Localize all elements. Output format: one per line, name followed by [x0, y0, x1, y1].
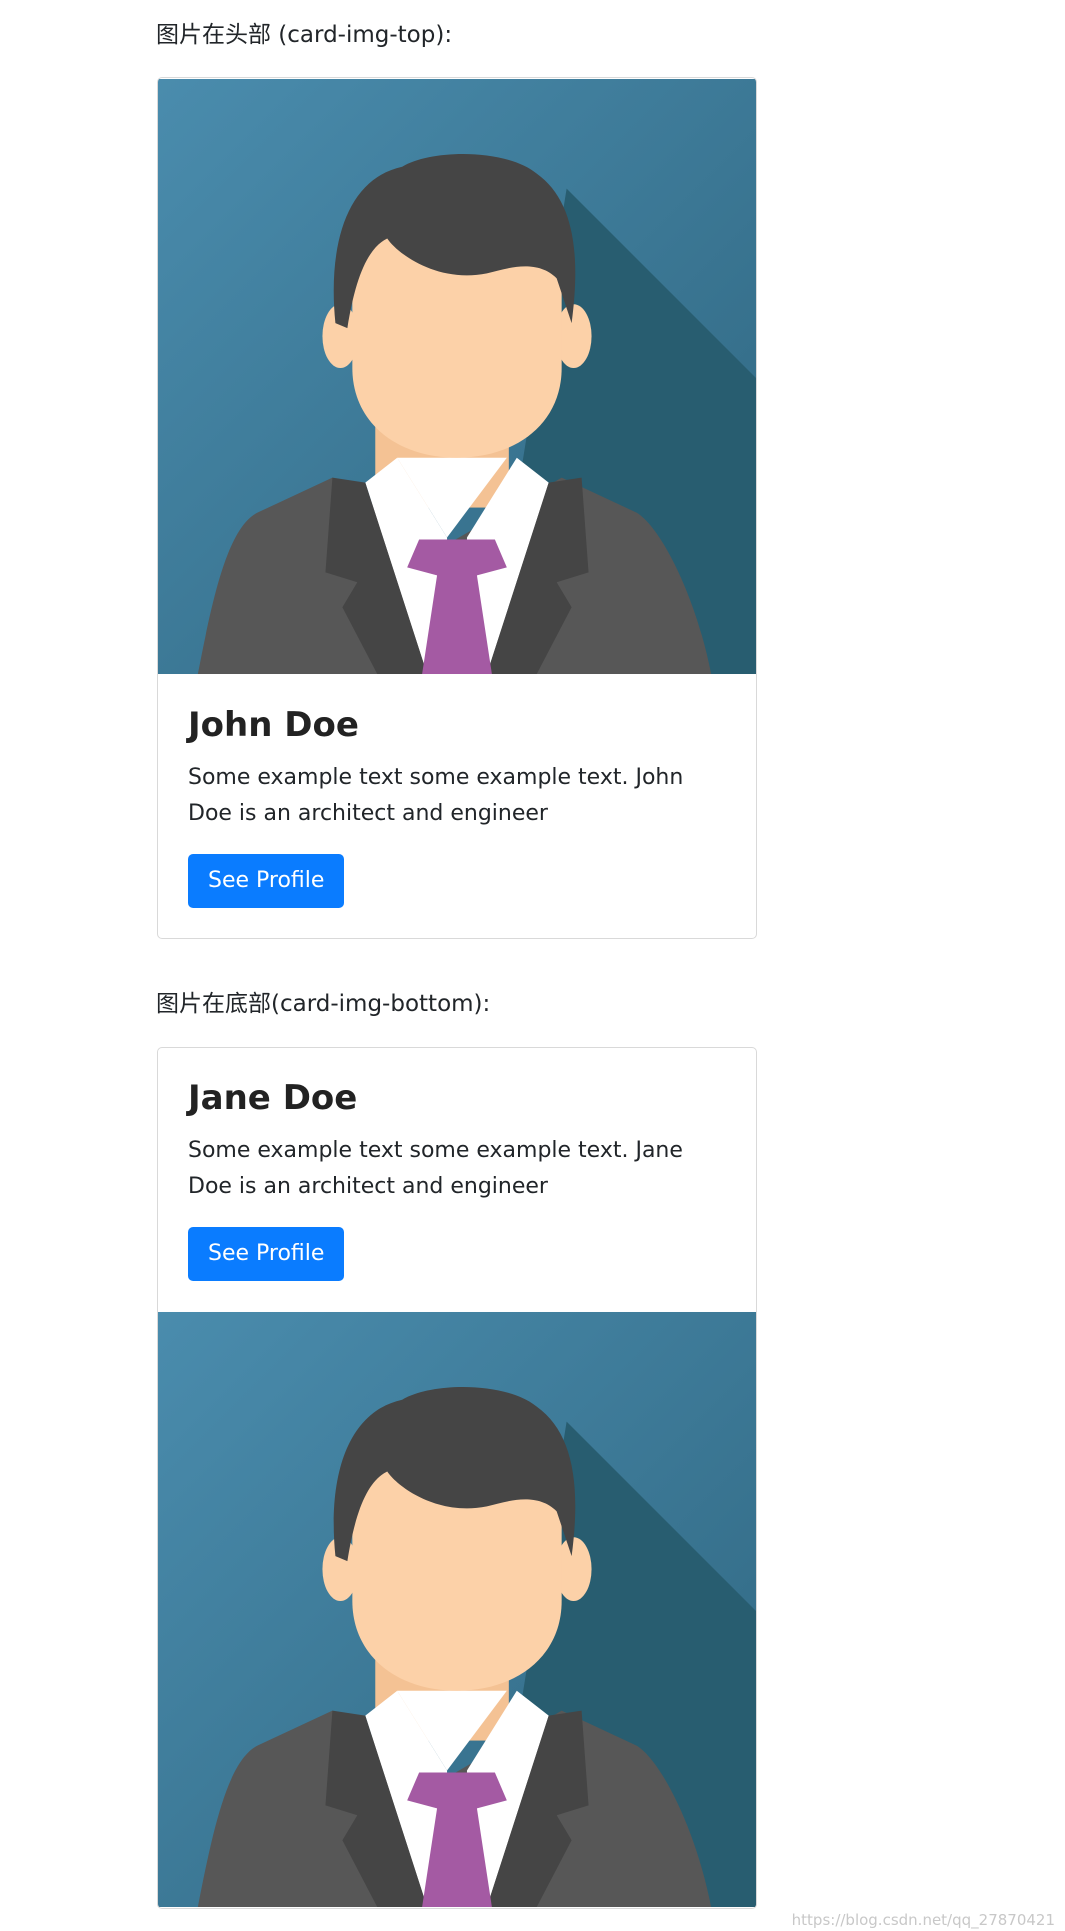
label-card-img-top: 图片在头部 (card-img-top): — [156, 22, 453, 48]
card-john-doe: John Doe Some example text some example … — [157, 77, 757, 939]
avatar-image-john — [158, 78, 756, 675]
card-body: John Doe Some example text some example … — [158, 675, 756, 938]
card-text: Some example text some example text. Jan… — [188, 1137, 683, 1199]
label-card-img-bottom: 图片在底部(card-img-bottom): — [156, 991, 491, 1017]
watermark: https://blog.csdn.net/qq_27870421 — [791, 1911, 1055, 1929]
card-text: Some example text some example text. Joh… — [188, 764, 684, 826]
card-jane-doe: Jane Doe Some example text some example … — [157, 1047, 757, 1909]
card-title: Jane Doe — [188, 1078, 358, 1118]
avatar-image-jane — [158, 1311, 756, 1907]
card-body: Jane Doe Some example text some example … — [158, 1048, 756, 1311]
see-profile-button-jane[interactable]: See Profile — [188, 1226, 345, 1281]
card-title: John Doe — [188, 705, 359, 745]
see-profile-button-john[interactable]: See Profile — [188, 853, 345, 908]
